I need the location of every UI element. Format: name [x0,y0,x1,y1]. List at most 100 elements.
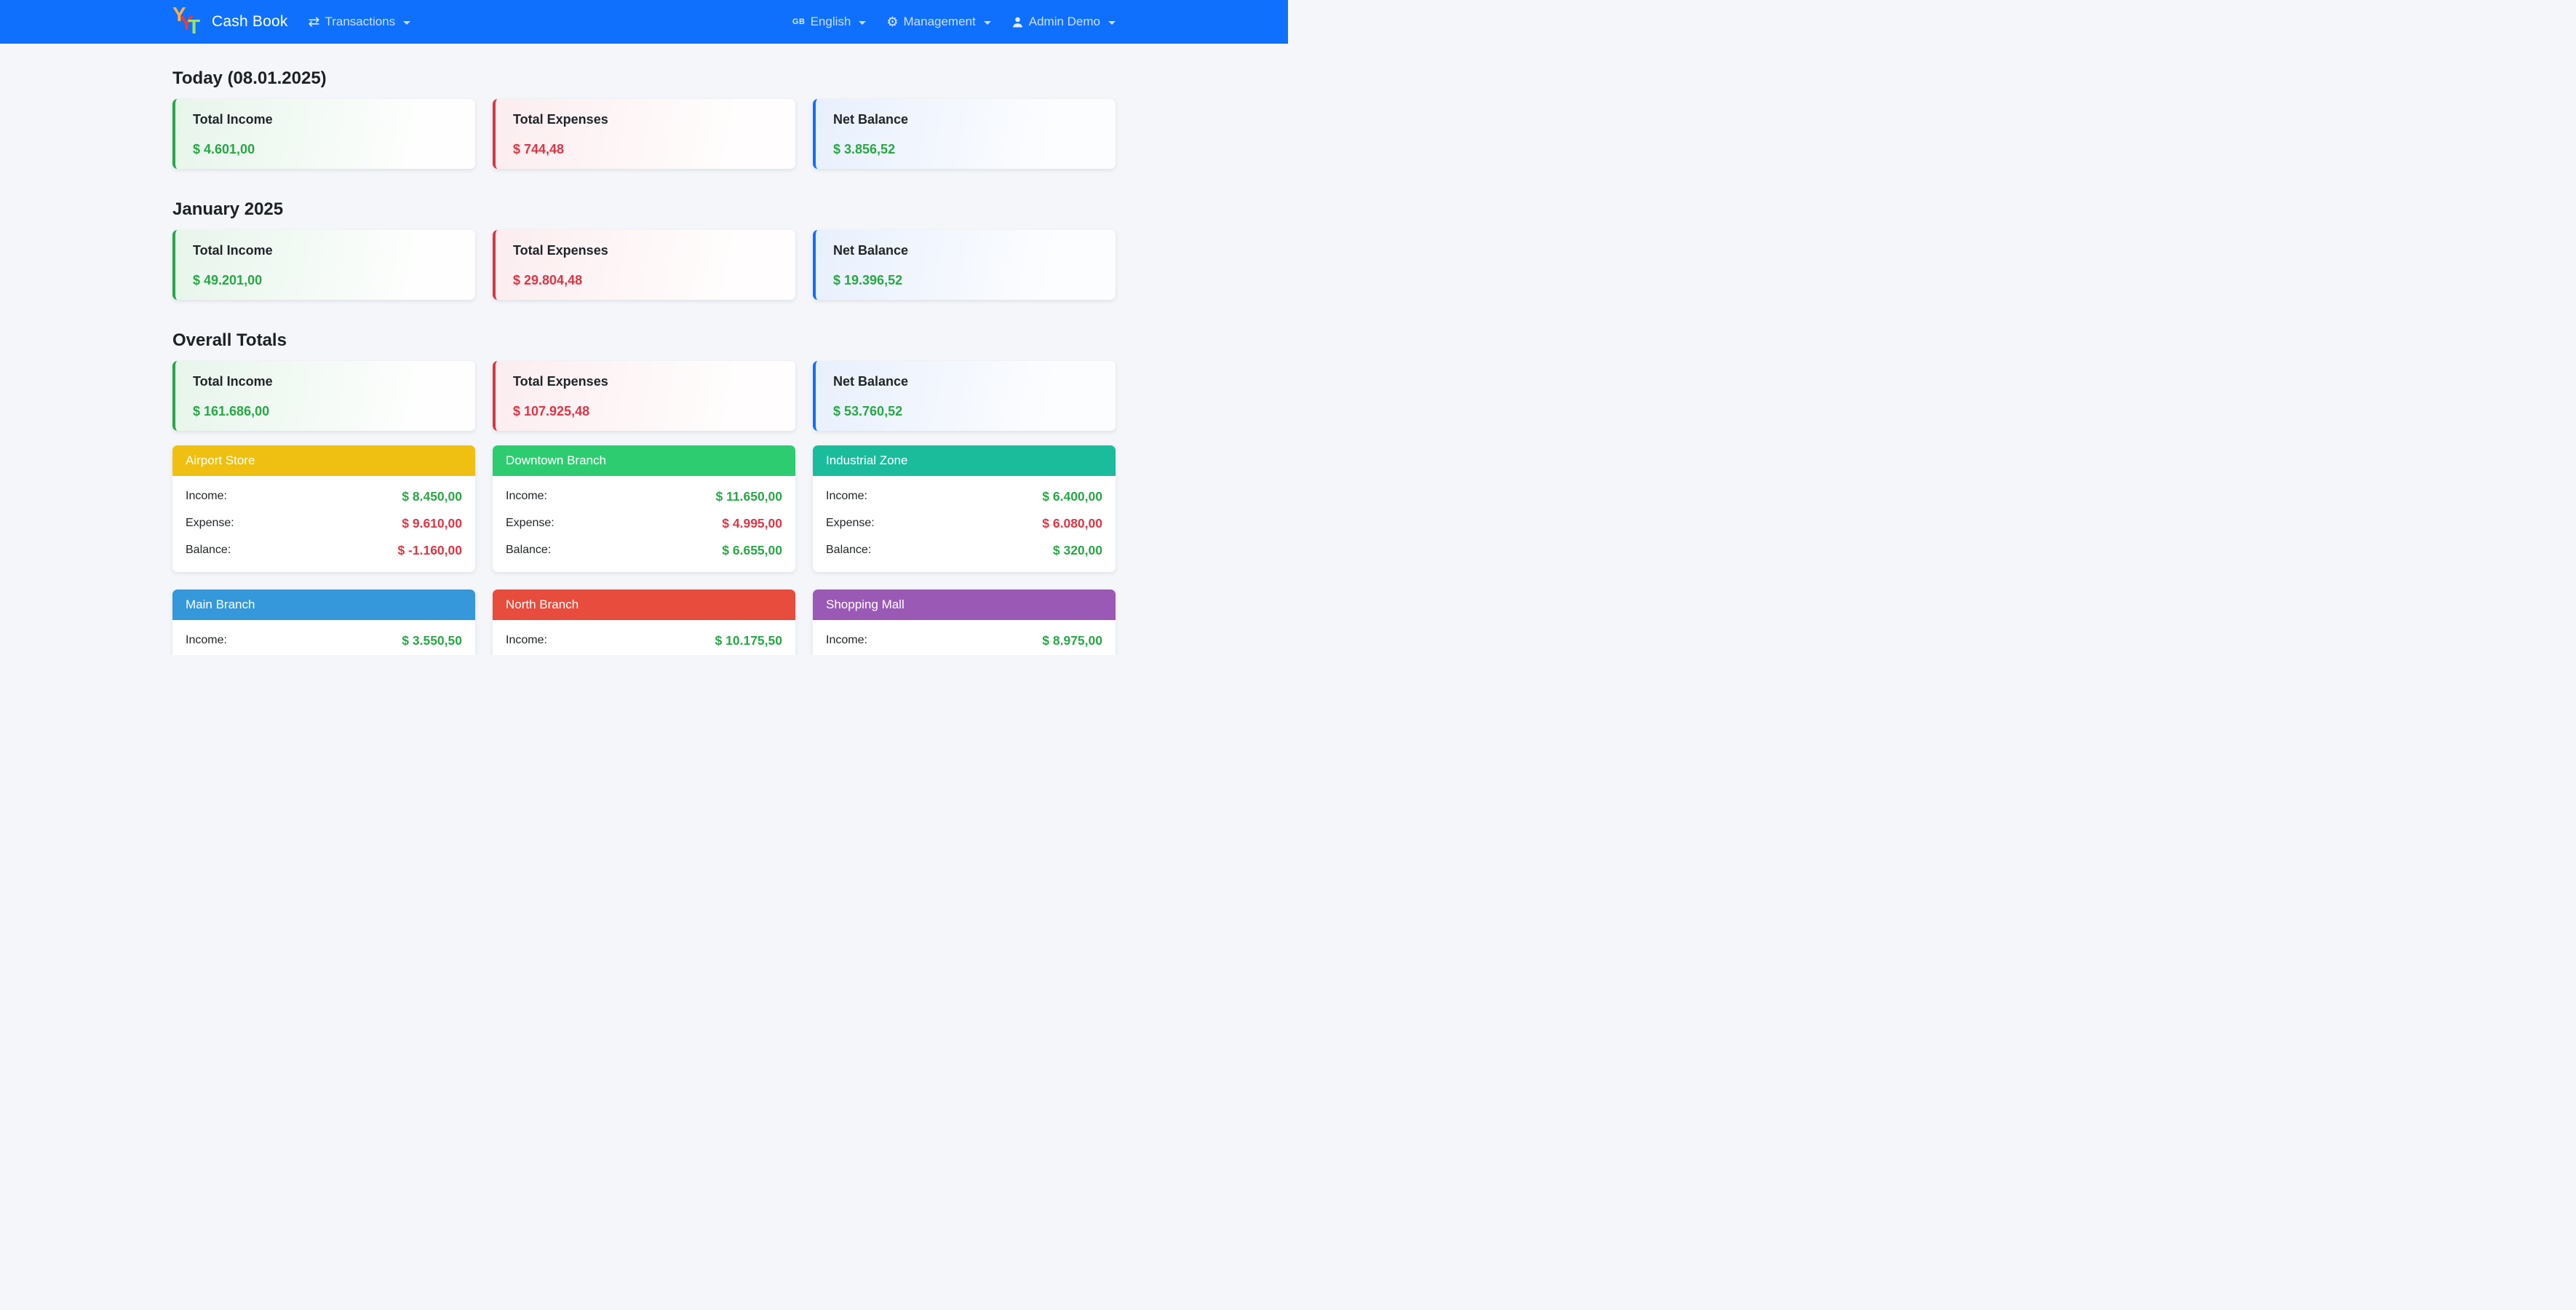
summary-card: Total Income $ 49.201,00 [172,230,475,300]
branch-stat-value: $ 8.975,00 [1042,632,1102,649]
summary-card: Net Balance $ 53.760,52 [813,361,1116,431]
summary-card-value: $ 161.686,00 [193,404,458,419]
nav-transactions-menu[interactable]: ⇄ Transactions [309,15,411,29]
chevron-down-icon [403,21,410,25]
branch-stat-value: $ 4.995,00 [722,515,782,532]
branch-card-body: Income: $ 6.400,00 Expense: $ 6.080,00 B… [813,476,1116,572]
branch-card: North Branch Income: $ 10.175,50 [493,590,795,655]
summary-card-title: Total Income [193,243,458,258]
cashbook-logo-icon: YYT [172,4,203,39]
page-root: YYT Cash Book ⇄ Transactions GB English … [0,0,1288,655]
user-menu[interactable]: Admin Demo [1011,15,1116,29]
branch-stat-value: $ 320,00 [1053,541,1102,559]
navbar-inner: YYT Cash Book ⇄ Transactions GB English … [164,0,1124,44]
branch-stat-value: $ 6.655,00 [722,541,782,559]
summary-card-title: Total Expenses [513,112,778,127]
summary-card: Total Income $ 161.686,00 [172,361,475,431]
branch-stat-row: Expense: $ 6.080,00 [826,515,1102,532]
navbar-right: GB English ⚙ Management [792,15,1116,29]
user-label: Admin Demo [1029,15,1100,29]
summary-card-value: $ 53.760,52 [833,404,1098,419]
management-label: Management [904,15,976,29]
branch-stat-row: Income: $ 6.400,00 [826,488,1102,505]
branch-stat-label: Balance: [186,541,231,559]
branch-stat-label: Income: [186,488,227,505]
swap-arrows-icon: ⇄ [309,15,320,29]
branch-stat-row: Income: $ 8.450,00 [186,488,462,505]
summary-card-title: Total Income [193,112,458,127]
branch-stat-label: Expense: [826,515,875,532]
branch-cards-grid: Airport Store Income: $ 8.450,00 Expense… [172,445,1116,655]
branch-card-header: Industrial Zone [813,445,1116,476]
branch-card-body: Income: $ 3.550,50 [172,620,475,655]
branch-stat-row: Income: $ 10.175,50 [506,632,782,649]
branch-stat-row: Balance: $ 320,00 [826,541,1102,559]
branch-stat-row: Balance: $ -1.160,00 [186,541,462,559]
chevron-down-icon [1108,21,1116,25]
branch-card-header: Shopping Mall [813,590,1116,620]
branch-card-header: Airport Store [172,445,475,476]
chevron-down-icon [984,21,991,25]
branch-stat-row: Income: $ 11.650,00 [506,488,782,505]
summary-card: Total Expenses $ 29.804,48 [493,230,795,300]
branch-stat-value: $ 3.550,50 [402,632,462,649]
summary-card-title: Total Expenses [513,374,778,389]
branch-stat-row: Expense: $ 9.610,00 [186,515,462,532]
summary-card-value: $ 29.804,48 [513,273,778,288]
summary-card: Net Balance $ 3.856,52 [813,99,1116,169]
summary-card-value: $ 4.601,00 [193,142,458,157]
branch-stat-value: $ -1.160,00 [397,541,462,559]
branch-stat-row: Balance: $ 6.655,00 [506,541,782,559]
branch-stat-label: Income: [826,632,867,649]
management-menu[interactable]: ⚙ Management [886,15,990,29]
summary-sections: Today (08.01.2025) Total Income $ 4.601,… [172,68,1116,431]
language-menu[interactable]: GB English [792,15,866,29]
summary-card: Total Expenses $ 744,48 [493,99,795,169]
summary-card: Total Expenses $ 107.925,48 [493,361,795,431]
branch-stat-value: $ 11.650,00 [716,488,782,505]
branch-stat-value: $ 9.610,00 [402,515,462,532]
branch-stat-value: $ 10.175,50 [715,632,782,649]
branch-card-body: Income: $ 11.650,00 Expense: $ 4.995,00 … [493,476,795,572]
summary-card-value: $ 744,48 [513,142,778,157]
nav-transactions-label: Transactions [325,15,395,29]
section-heading: January 2025 [172,199,1116,220]
branch-card-header: Main Branch [172,590,475,620]
branch-card-body: Income: $ 8.450,00 Expense: $ 9.610,00 B… [172,476,475,572]
summary-section: Today (08.01.2025) Total Income $ 4.601,… [172,68,1116,169]
branch-stat-label: Income: [506,632,547,649]
branch-card-body: Income: $ 8.975,00 [813,620,1116,655]
summary-card-value: $ 19.396,52 [833,273,1098,288]
branch-stat-label: Income: [506,488,547,505]
branch-stat-row: Income: $ 3.550,50 [186,632,462,649]
summary-card-title: Net Balance [833,243,1098,258]
logo-letter: T [188,17,200,37]
brand-home-link[interactable]: YYT Cash Book [172,4,288,39]
branch-card: Industrial Zone Income: $ 6.400,00 Expen… [813,445,1116,572]
summary-cards-row: Total Income $ 161.686,00 Total Expenses… [172,361,1116,431]
summary-section: Overall Totals Total Income $ 161.686,00… [172,330,1116,431]
branch-stat-label: Balance: [826,541,871,559]
branch-stat-row: Income: $ 8.975,00 [826,632,1102,649]
branch-card: Airport Store Income: $ 8.450,00 Expense… [172,445,475,572]
branch-card: Shopping Mall Income: $ 8.975,00 [813,590,1116,655]
person-icon [1011,16,1024,28]
branch-stat-label: Expense: [186,515,234,532]
dashboard-main: Today (08.01.2025) Total Income $ 4.601,… [164,68,1124,655]
branch-stat-label: Expense: [506,515,554,532]
summary-card-title: Net Balance [833,374,1098,389]
summary-section: January 2025 Total Income $ 49.201,00 To… [172,199,1116,300]
branch-stat-value: $ 8.450,00 [402,488,462,505]
branch-card-header: North Branch [493,590,795,620]
branch-stat-row: Expense: $ 4.995,00 [506,515,782,532]
branch-card: Main Branch Income: $ 3.550,50 [172,590,475,655]
branch-stat-label: Income: [826,488,867,505]
gb-flag-icon: GB [792,17,806,26]
summary-cards-row: Total Income $ 4.601,00 Total Expenses $… [172,99,1116,169]
branch-stat-label: Balance: [506,541,551,559]
branch-card: Downtown Branch Income: $ 11.650,00 Expe… [493,445,795,572]
branch-stat-label: Income: [186,632,227,649]
summary-card-title: Total Expenses [513,243,778,258]
section-heading: Today (08.01.2025) [172,68,1116,89]
summary-card-value: $ 107.925,48 [513,404,778,419]
